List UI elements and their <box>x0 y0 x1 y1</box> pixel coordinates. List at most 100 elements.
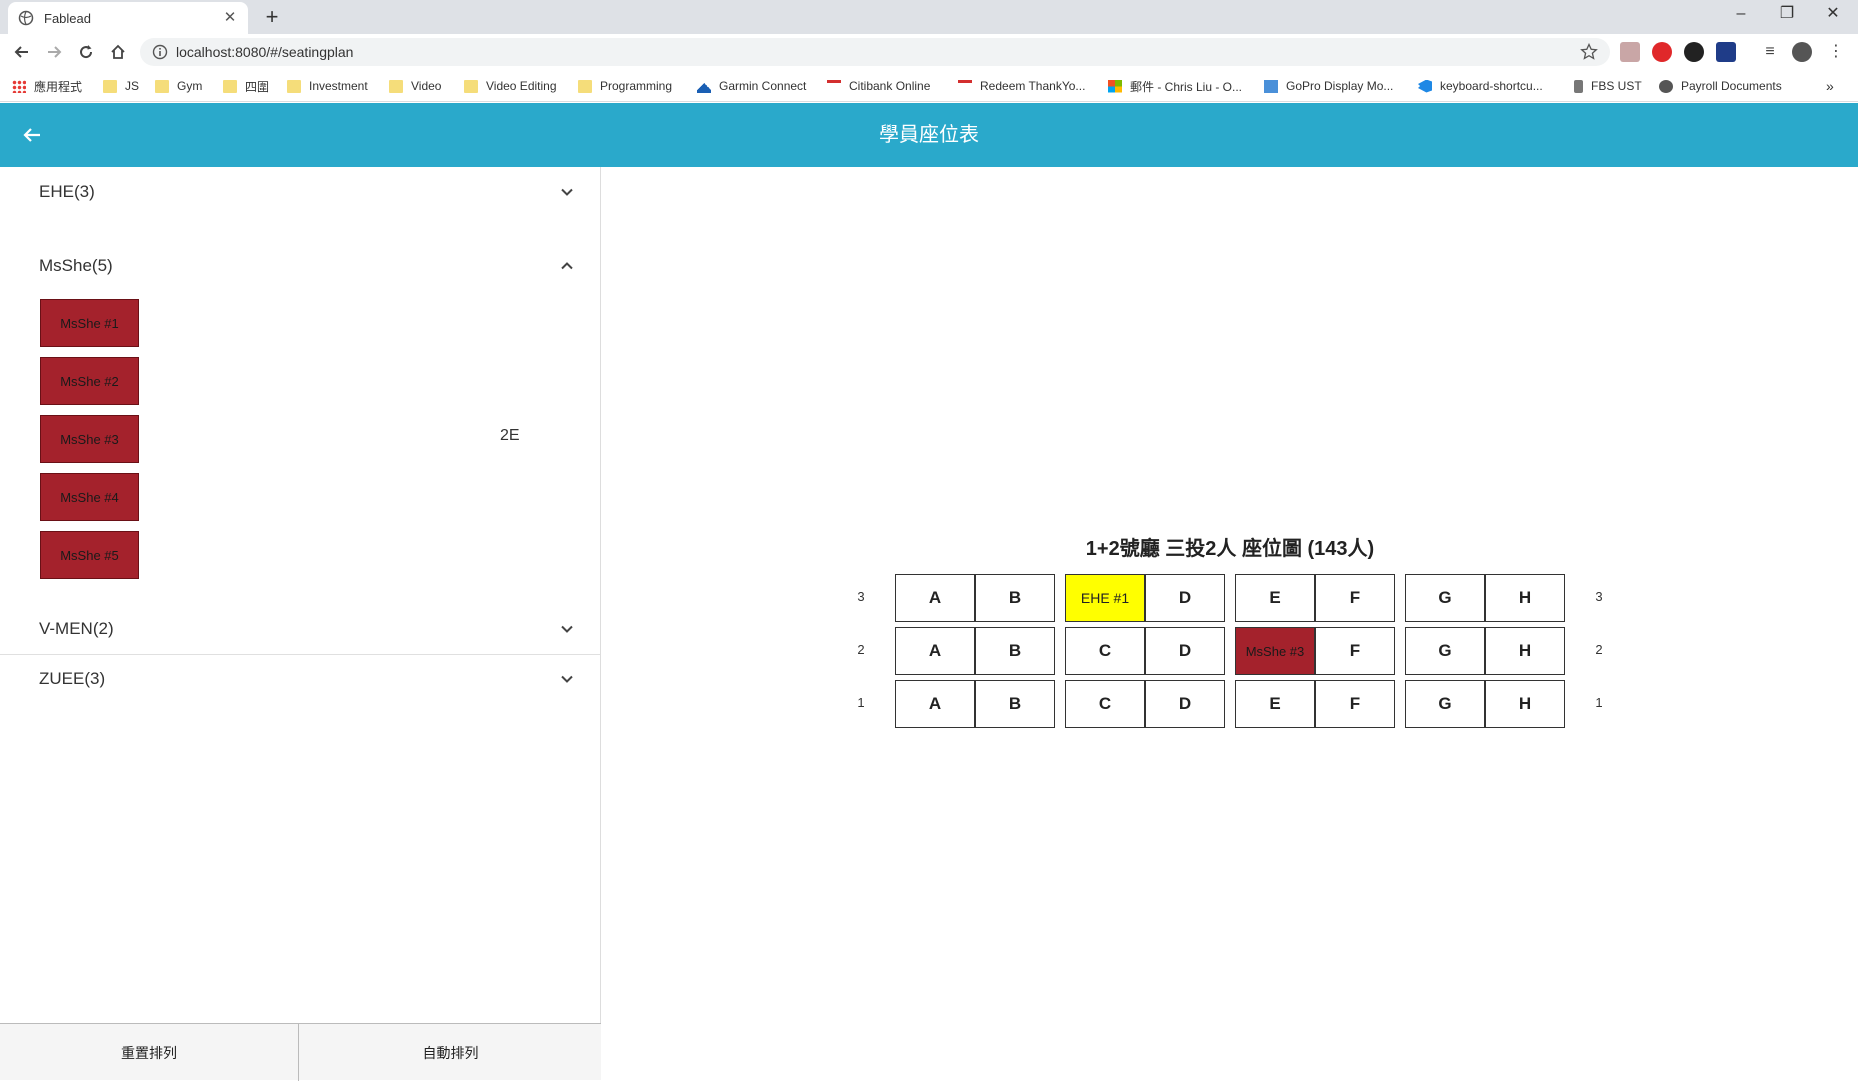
seat-3b[interactable]: B <box>975 574 1055 622</box>
address-bar[interactable]: localhost:8080/#/seatingplan <box>140 38 1610 66</box>
seat-3g[interactable]: G <box>1405 574 1485 622</box>
home-icon <box>111 44 125 59</box>
vpn-extension-icon[interactable] <box>1684 42 1704 62</box>
seat-2f[interactable]: F <box>1315 627 1395 675</box>
restore-button[interactable]: ❐ <box>1764 0 1810 30</box>
bookmark-siwai[interactable]: 四圍 <box>223 77 269 95</box>
more-bookmarks-button[interactable]: » <box>1826 77 1834 95</box>
bookmark-gym[interactable]: Gym <box>155 77 202 95</box>
group-panel: EHE(3) MsShe(5) MsShe #1 MsShe #2 MsShe … <box>0 167 601 1080</box>
bookmark-outlook-mail[interactable]: 郵件 - Chris Liu - O... <box>1108 77 1242 95</box>
microsoft-icon <box>1108 79 1122 93</box>
seat-2c[interactable]: C <box>1065 627 1145 675</box>
seat-2a[interactable]: A <box>895 627 975 675</box>
browser-tab-strip: Fablead ✕ + – ❐ ✕ <box>0 0 1858 34</box>
home-button[interactable] <box>106 40 130 64</box>
student-card[interactable]: MsShe #3 <box>40 415 139 463</box>
close-tab-icon[interactable]: ✕ <box>222 10 238 26</box>
seat-2h[interactable]: H <box>1485 627 1565 675</box>
seat-1h[interactable]: H <box>1485 680 1565 728</box>
bookmark-redeem-thankyou[interactable]: Redeem ThankYo... <box>958 77 1085 95</box>
back-button[interactable] <box>10 40 34 64</box>
bookmark-js[interactable]: JS <box>103 77 139 95</box>
bookmark-programming[interactable]: Programming <box>578 77 672 95</box>
reset-arrangement-button[interactable]: 重置排列 <box>0 1024 299 1081</box>
row-label-left: 1 <box>857 695 865 710</box>
garmin-icon <box>697 79 711 93</box>
student-card[interactable]: MsShe #1 <box>40 299 139 347</box>
seat-1a[interactable]: A <box>895 680 975 728</box>
bookmark-video[interactable]: Video <box>389 77 441 95</box>
bookmark-label: GoPro Display Mo... <box>1286 79 1394 93</box>
bookmark-keyboard-shortcuts[interactable]: keyboard-shortcu... <box>1418 77 1543 95</box>
pdf-extension-icon[interactable] <box>1620 42 1640 62</box>
seat-1g[interactable]: G <box>1405 680 1485 728</box>
bookmark-star-icon[interactable] <box>1580 43 1598 61</box>
adblock-extension-icon[interactable] <box>1652 42 1672 62</box>
seat-3a[interactable]: A <box>895 574 975 622</box>
seat-2e-occupied[interactable]: MsShe #3 <box>1235 627 1315 675</box>
app-header: 學員座位表 <box>0 103 1858 167</box>
folder-icon <box>578 79 592 93</box>
row-label-right: 1 <box>1595 695 1603 710</box>
bookmark-label: Video <box>411 79 442 93</box>
minimize-button[interactable]: – <box>1718 0 1764 30</box>
student-card[interactable]: MsShe #4 <box>40 473 139 521</box>
bookmark-garmin-connect[interactable]: Garmin Connect <box>697 77 806 95</box>
forward-button[interactable] <box>42 40 66 64</box>
bookmark-video-editing[interactable]: Video Editing <box>464 77 557 95</box>
bookmark-label: 郵件 - Chris Liu - O... <box>1130 79 1243 94</box>
folder-icon <box>389 79 403 93</box>
seat-3d[interactable]: D <box>1145 574 1225 622</box>
avatar[interactable] <box>1792 42 1812 62</box>
browser-tab[interactable]: Fablead ✕ <box>8 2 248 34</box>
arrow-left-icon <box>14 46 28 58</box>
new-tab-button[interactable]: + <box>260 5 284 29</box>
bookmark-fbs-ust[interactable]: FBS UST <box>1574 77 1642 95</box>
seat-1e[interactable]: E <box>1235 680 1315 728</box>
bookmark-label: keyboard-shortcu... <box>1440 79 1543 93</box>
chevron-down-icon[interactable] <box>558 620 576 638</box>
bookmark-payroll-documents[interactable]: Payroll Documents <box>1659 77 1782 95</box>
page-title: 學員座位表 <box>879 124 979 146</box>
seat-2b[interactable]: B <box>975 627 1055 675</box>
bookmark-gopro-display[interactable]: GoPro Display Mo... <box>1264 77 1393 95</box>
group-header-vmen[interactable]: V-MEN(2) <box>0 604 600 654</box>
citi-icon <box>827 79 841 93</box>
seat-3f[interactable]: F <box>1315 574 1395 622</box>
gopro-icon <box>1264 79 1278 93</box>
seat-3e[interactable]: E <box>1235 574 1315 622</box>
bookmark-apps[interactable]: 應用程式 <box>12 77 82 95</box>
group-header-ehe[interactable]: EHE(3) <box>0 167 600 217</box>
seat-3h[interactable]: H <box>1485 574 1565 622</box>
media-queue-icon[interactable]: ≡ <box>1760 42 1780 62</box>
reload-button[interactable] <box>74 40 98 64</box>
m-extension-icon[interactable] <box>1716 42 1736 62</box>
seat-1c[interactable]: C <box>1065 680 1145 728</box>
bookmark-citibank-online[interactable]: Citibank Online <box>827 77 930 95</box>
arrow-right-icon <box>48 46 62 58</box>
auto-arrange-button[interactable]: 自動排列 <box>300 1024 601 1081</box>
browser-menu-icon[interactable]: ⋮ <box>1826 42 1846 62</box>
seat-1d[interactable]: D <box>1145 680 1225 728</box>
action-bar: 重置排列 自動排列 <box>0 1023 601 1081</box>
seat-3c-occupied[interactable]: EHE #1 <box>1065 574 1145 622</box>
seating-plan-title: 1+2號廳 三投2人 座位圖 (143人) <box>1085 538 1375 560</box>
close-window-button[interactable]: ✕ <box>1810 0 1856 30</box>
info-icon[interactable] <box>152 44 168 60</box>
group-header-msshe[interactable]: MsShe(5) <box>0 241 600 291</box>
seat-1f[interactable]: F <box>1315 680 1395 728</box>
chevron-down-icon[interactable] <box>558 670 576 688</box>
bookmark-label: 四圍 <box>245 79 270 94</box>
student-card[interactable]: MsShe #2 <box>40 357 139 405</box>
bookmark-investment[interactable]: Investment <box>287 77 368 95</box>
group-header-zuee[interactable]: ZUEE(3) <box>0 654 600 704</box>
bookmark-label: Garmin Connect <box>719 79 807 93</box>
student-card[interactable]: MsShe #5 <box>40 531 139 579</box>
chevron-down-icon[interactable] <box>558 183 576 201</box>
seat-2d[interactable]: D <box>1145 627 1225 675</box>
seat-1b[interactable]: B <box>975 680 1055 728</box>
seat-2g[interactable]: G <box>1405 627 1485 675</box>
chevron-up-icon[interactable] <box>558 257 576 275</box>
bookmark-label: Citibank Online <box>849 79 931 93</box>
